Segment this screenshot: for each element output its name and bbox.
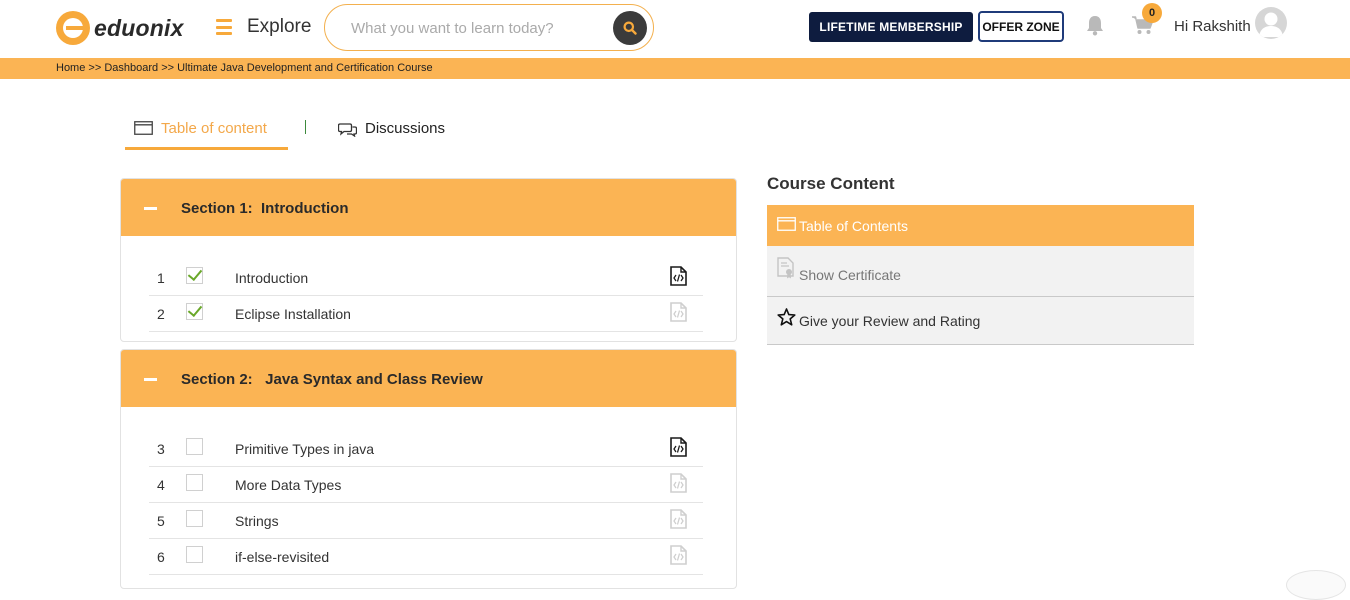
section-title: Section 1: Introduction xyxy=(181,200,349,217)
window-icon xyxy=(134,121,153,135)
hamburger-menu-icon[interactable] xyxy=(216,19,232,35)
lesson-checkbox[interactable] xyxy=(186,267,203,284)
lesson-title[interactable]: More Data Types xyxy=(235,477,341,493)
lesson-row[interactable]: 4 More Data Types xyxy=(149,467,703,503)
code-file-icon[interactable] xyxy=(670,302,687,322)
lesson-number: 2 xyxy=(157,306,165,322)
lesson-checkbox[interactable] xyxy=(186,510,203,527)
course-content-label: Give your Review and Rating xyxy=(799,313,981,329)
code-file-icon[interactable] xyxy=(670,545,687,565)
course-content-label: Table of Contents xyxy=(799,218,908,234)
lesson-checkbox[interactable] xyxy=(186,303,203,320)
lesson-title[interactable]: if-else-revisited xyxy=(235,549,329,565)
lesson-row[interactable]: 2 Eclipse Installation xyxy=(149,296,703,332)
tab-divider xyxy=(305,120,306,134)
lesson-row[interactable]: 5 Strings xyxy=(149,503,703,539)
user-avatar-icon xyxy=(1259,12,1283,37)
section-2-card: Section 2: Java Syntax and Class Review … xyxy=(120,349,737,589)
lesson-checkbox[interactable] xyxy=(186,546,203,563)
search-icon xyxy=(623,21,637,35)
lesson-row[interactable]: 3 Primitive Types in java xyxy=(149,431,703,467)
tab-discussions-label: Discussions xyxy=(365,120,446,137)
code-file-icon[interactable] xyxy=(670,266,687,286)
lesson-checkbox[interactable] xyxy=(186,474,203,491)
search-button[interactable] xyxy=(613,11,647,45)
cart-count-badge: 0 xyxy=(1142,3,1162,23)
lesson-title[interactable]: Introduction xyxy=(235,270,308,286)
search-input[interactable] xyxy=(351,17,601,39)
section-1-header[interactable]: Section 1: Introduction xyxy=(121,179,736,236)
eduonix-logo[interactable]: eduonix xyxy=(56,9,198,47)
code-file-icon[interactable] xyxy=(670,473,687,493)
top-header: eduonix Explore LIFETIME MEMBERSHIP OFFE… xyxy=(0,0,1350,58)
section-1-card: Section 1: Introduction 1 Introduction 2… xyxy=(120,178,737,342)
breadcrumb-dashboard[interactable]: Dashboard xyxy=(104,62,158,74)
breadcrumb-separator: >> xyxy=(85,62,105,74)
lesson-title[interactable]: Strings xyxy=(235,513,279,529)
search-box xyxy=(324,4,654,51)
lesson-checkbox[interactable] xyxy=(186,438,203,455)
chat-bubbles-icon xyxy=(338,123,357,137)
breadcrumb-course: Ultimate Java Development and Certificat… xyxy=(177,62,433,74)
certificate-icon xyxy=(777,257,794,279)
course-content-item-toc[interactable]: Table of Contents xyxy=(767,205,1194,246)
window-icon xyxy=(777,217,796,231)
tab-toc-label: Table of content xyxy=(161,120,267,137)
logo-text: eduonix xyxy=(94,14,184,41)
code-file-icon[interactable] xyxy=(670,437,687,457)
collapse-minus-icon[interactable] xyxy=(144,378,157,381)
tab-table-of-content[interactable]: Table of content xyxy=(125,113,288,150)
explore-link[interactable]: Explore xyxy=(247,16,311,38)
lesson-number: 4 xyxy=(157,477,165,493)
lesson-number: 5 xyxy=(157,513,165,529)
lesson-row[interactable]: 1 Introduction xyxy=(149,260,703,296)
star-icon xyxy=(777,308,796,326)
course-content-item-certificate[interactable]: Show Certificate xyxy=(767,246,1194,297)
breadcrumb-separator: >> xyxy=(158,62,178,74)
avatar[interactable] xyxy=(1255,7,1287,39)
course-content-item-review[interactable]: Give your Review and Rating xyxy=(767,297,1194,345)
user-greeting[interactable]: Hi Rakshith xyxy=(1174,18,1251,35)
offer-zone-button[interactable]: OFFER ZONE xyxy=(978,11,1064,42)
lesson-title[interactable]: Primitive Types in java xyxy=(235,441,374,457)
breadcrumb-home[interactable]: Home xyxy=(56,62,85,74)
lesson-row[interactable]: 6 if-else-revisited xyxy=(149,539,703,575)
collapse-minus-icon[interactable] xyxy=(144,207,157,210)
course-content-title: Course Content xyxy=(767,174,895,193)
breadcrumb: Home >> Dashboard >> Ultimate Java Devel… xyxy=(0,58,1350,79)
course-content-label: Show Certificate xyxy=(799,267,901,283)
lifetime-membership-button[interactable]: LIFETIME MEMBERSHIP xyxy=(809,12,973,42)
lesson-number: 1 xyxy=(157,270,165,286)
section-title: Section 2: Java Syntax and Class Review xyxy=(181,371,483,388)
code-file-icon[interactable] xyxy=(670,509,687,529)
section-2-header[interactable]: Section 2: Java Syntax and Class Review xyxy=(121,350,736,407)
lesson-number: 6 xyxy=(157,549,165,565)
lesson-number: 3 xyxy=(157,441,165,457)
bell-icon[interactable] xyxy=(1085,14,1105,36)
chat-widget-button[interactable] xyxy=(1286,570,1346,600)
logo-e-icon xyxy=(56,11,90,45)
lesson-title[interactable]: Eclipse Installation xyxy=(235,306,351,322)
